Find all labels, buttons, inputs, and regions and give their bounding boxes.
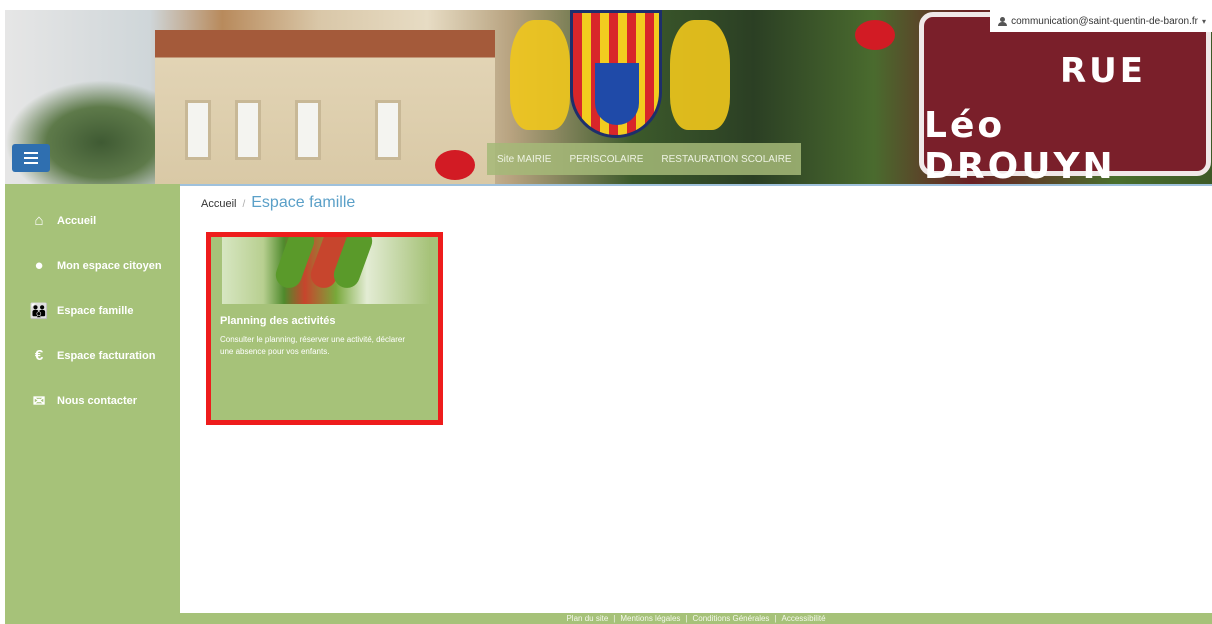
breadcrumb-separator: / [242,199,246,210]
card-title: Planning des activités [220,315,336,327]
footer-link-accessibilite[interactable]: Accessibilité [782,613,826,624]
footer-link-conditions-generales[interactable]: Conditions Générales [692,613,769,624]
sidebar: ⌂ Accueil ● Mon espace citoyen 👪 Espace … [5,184,180,624]
hamburger-icon [24,157,38,159]
footer-separator: | [685,614,688,623]
street-sign-image: RUE Léo DROUYN [919,12,1211,184]
topnav-restauration-scolaire[interactable]: RESTAURATION SCOLAIRE [661,154,791,165]
red-bow-decoration [855,20,895,50]
red-bow-decoration [435,150,475,180]
caret-down-icon: ▾ [1201,16,1206,26]
card-description: Consulter le planning, réserver une acti… [220,335,405,356]
user-email: communication@saint-quentin-de-baron.fr [1011,15,1198,27]
top-navigation: Site MAIRIE PERISCOLAIRE RESTAURATION SC… [487,143,801,175]
street-sign-line1: RUE [1059,51,1146,91]
card-image [222,237,429,304]
footer-separator: | [613,614,616,623]
banner-lion-left [510,20,570,130]
sidebar-item-label: Espace facturation [57,349,156,362]
sidebar-item-label: Espace famille [57,304,134,317]
coat-of-arms-logo [570,10,662,138]
user-icon [998,16,1008,26]
footer-link-plan-du-site[interactable]: Plan du site [566,613,608,624]
footer-link-mentions-legales[interactable]: Mentions légales [620,613,680,624]
user-icon: ● [34,257,44,274]
footer-separator: | [774,614,777,623]
planning-activities-card[interactable]: Planning des activités Consulter le plan… [206,232,443,425]
sidebar-item-label: Mon espace citoyen [57,259,162,272]
street-sign-line2: Léo DROUYN [924,105,1116,184]
breadcrumb: Accueil / Espace famille [201,194,355,212]
euro-icon: € [34,347,44,364]
breadcrumb-home-link[interactable]: Accueil [201,198,236,210]
sidebar-item-nous-contacter[interactable]: ✉ Nous contacter [5,378,180,423]
sidebar-item-espace-facturation[interactable]: € Espace facturation [5,333,180,378]
banner-lion-right [670,20,730,130]
page-title: Espace famille [251,194,356,211]
family-icon: 👪 [29,302,49,320]
topnav-site-mairie[interactable]: Site MAIRIE [497,154,551,165]
sidebar-item-label: Accueil [57,214,97,227]
user-account-menu[interactable]: communication@saint-quentin-de-baron.fr … [990,10,1212,32]
sidebar-item-mon-espace-citoyen[interactable]: ● Mon espace citoyen [5,243,180,288]
topnav-periscolaire[interactable]: PERISCOLAIRE [569,154,643,165]
header-divider [180,184,1212,186]
sidebar-item-label: Nous contacter [57,394,138,407]
menu-toggle-button[interactable] [12,144,50,172]
sidebar-item-accueil[interactable]: ⌂ Accueil [5,198,180,243]
envelope-icon: ✉ [32,392,46,410]
home-icon: ⌂ [34,212,44,229]
sidebar-item-espace-famille[interactable]: 👪 Espace famille [5,288,180,333]
footer: Plan du site | Mentions légales | Condit… [180,613,1212,624]
